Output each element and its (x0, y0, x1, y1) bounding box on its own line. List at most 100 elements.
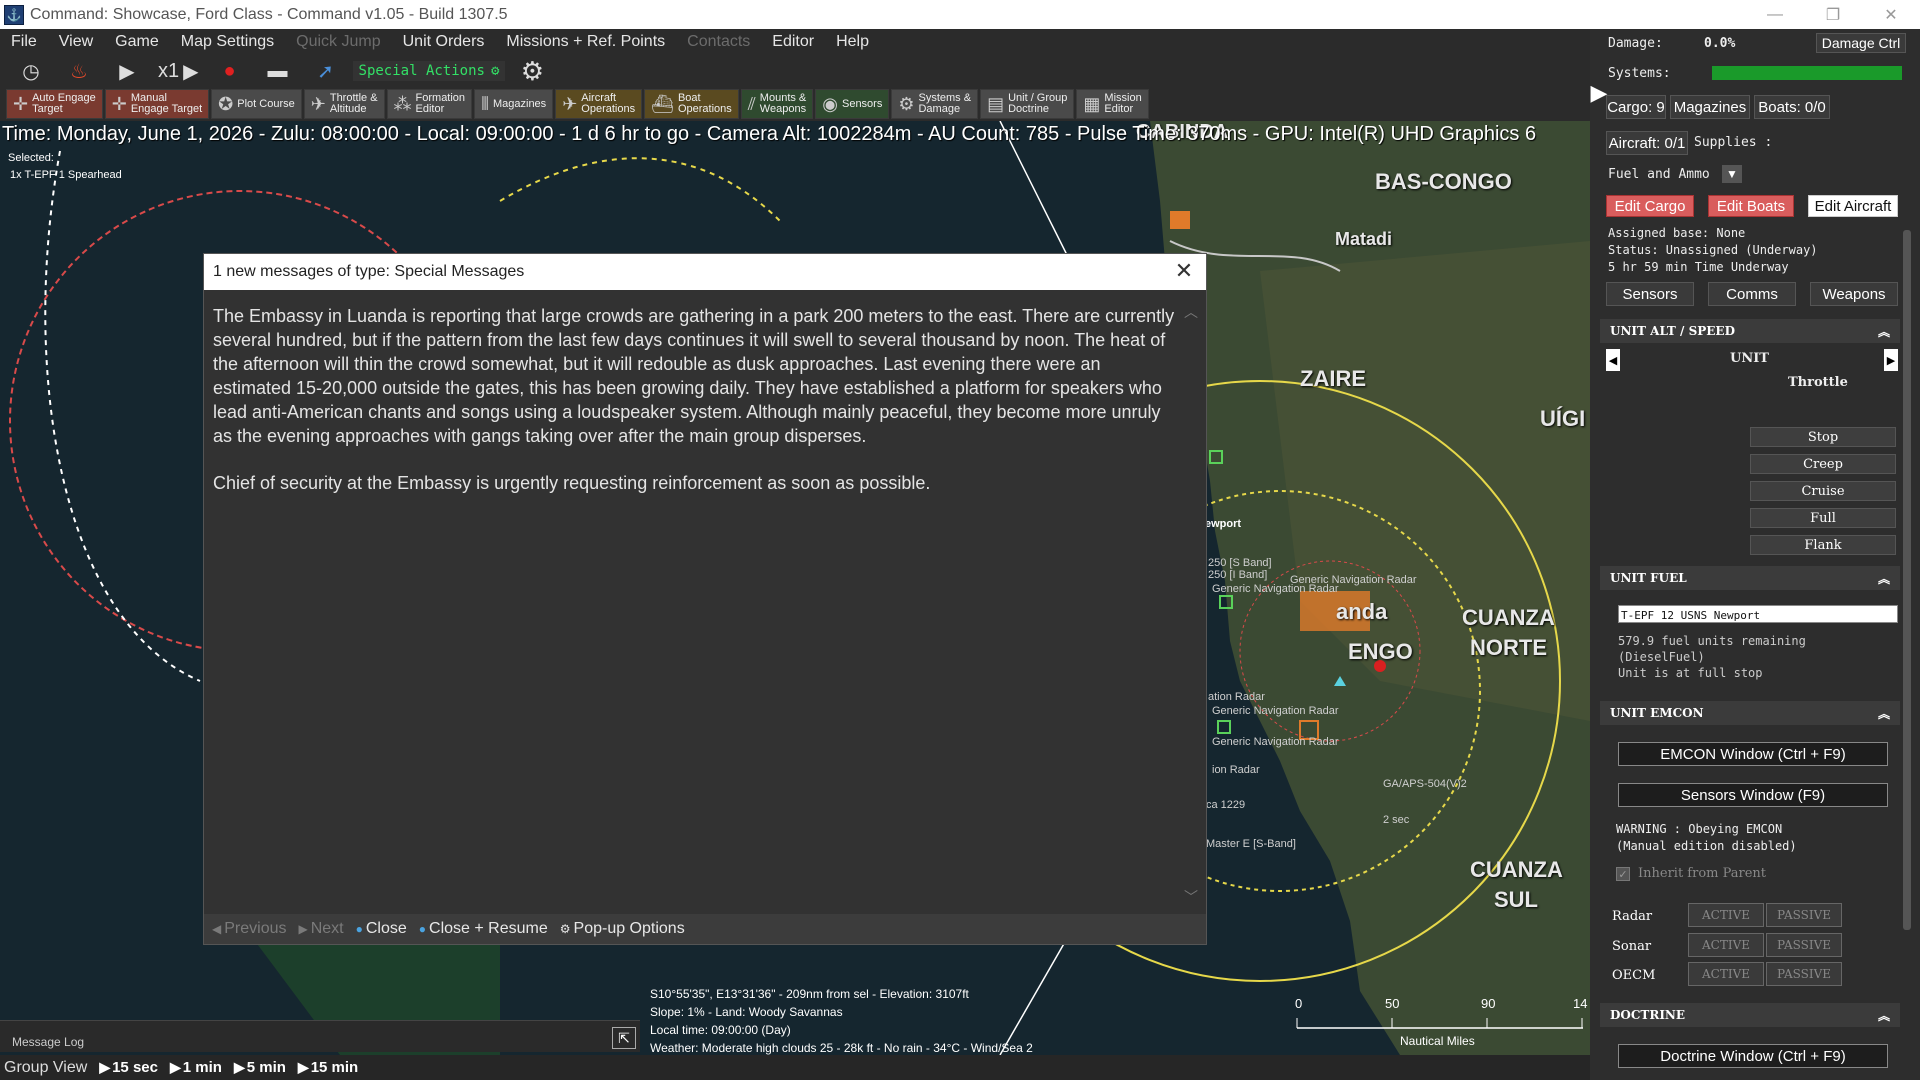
close-window-button[interactable]: ✕ (1862, 0, 1920, 29)
popup-options-button[interactable]: ⚙ Pop-up Options (560, 920, 685, 938)
next-unit-arrow[interactable]: ▶ (1884, 349, 1898, 371)
edit-boats-button[interactable]: Edit Boats (1708, 195, 1794, 217)
doctrine-header[interactable]: DOCTRINE ︽ (1600, 1003, 1900, 1027)
fuel-unit-select[interactable]: T-EPF 12 USNS Newport (1618, 605, 1898, 623)
boat-operations-button[interactable]: ⛴ Boat Operations (644, 89, 739, 119)
mounts-weapons-button[interactable]: ⫽ Mounts & Weapons (740, 89, 814, 119)
throttle-cruise-button[interactable]: Cruise (1750, 481, 1896, 501)
menu-contacts[interactable]: Contacts (676, 33, 761, 51)
edit-aircraft-button[interactable]: Edit Aircraft (1808, 195, 1898, 217)
gear-icon[interactable]: ⚙ (511, 56, 553, 86)
oecm-active-button[interactable]: ACTIVE (1688, 962, 1764, 986)
menu-editor[interactable]: Editor (761, 33, 825, 51)
aircraft-button[interactable]: Aircraft: 0/1 (1606, 131, 1688, 155)
inherit-checkbox[interactable]: ✓ (1616, 867, 1630, 881)
doctrine-window-button[interactable]: Doctrine Window (Ctrl + F9) (1618, 1044, 1888, 1068)
next-button[interactable]: ▶ Next (298, 920, 343, 938)
pin-icon[interactable]: ⇱ (612, 1027, 636, 1049)
auto-engage-target-button[interactable]: ✛ Auto Engage Target (6, 89, 103, 119)
close-resume-button[interactable]: ● Close + Resume (419, 920, 548, 938)
fire-icon[interactable]: ♨ (58, 57, 100, 85)
magazines-panel-button[interactable]: Magazines (1670, 95, 1750, 119)
message-log-bar[interactable]: Message Log ⇱ (0, 1020, 640, 1052)
throttle-creep-button[interactable]: Creep (1750, 454, 1896, 474)
throttle-stop-button[interactable]: Stop (1750, 427, 1896, 447)
unit-marker[interactable] (1170, 211, 1190, 229)
sensors-button[interactable]: ◉ Sensors (815, 89, 890, 119)
panel-scrollbar[interactable] (1903, 230, 1911, 930)
message-log-label: Message Log (12, 1035, 85, 1049)
comms-button[interactable]: Comms (1708, 282, 1796, 306)
emcon-warning-detail: (Manual edition disabled) (1616, 839, 1797, 853)
play-button[interactable]: ▶ (106, 57, 148, 85)
systems-damage-button[interactable]: ⚙ Systems & Damage (891, 89, 979, 119)
plot-course-button[interactable]: ✪ Plot Course (211, 89, 302, 119)
menu-map-settings[interactable]: Map Settings (170, 33, 285, 51)
sensor-label: ca 1229 (1206, 799, 1246, 811)
unit-fuel-header[interactable]: UNIT FUEL ︽ (1600, 566, 1900, 590)
menu-unit-orders[interactable]: Unit Orders (392, 33, 496, 51)
sensors-window-button[interactable]: Sensors Window (F9) (1618, 783, 1888, 807)
radar-passive-button[interactable]: PASSIVE (1766, 903, 1842, 927)
mission-editor-button[interactable]: ▦ Mission Editor (1076, 89, 1149, 119)
aircraft-operations-button[interactable]: ✈ Aircraft Operations (555, 89, 643, 119)
menu-missions[interactable]: Missions + Ref. Points (495, 33, 676, 51)
throttle-full-button[interactable]: Full (1750, 508, 1896, 528)
maximize-button[interactable]: ❐ (1804, 0, 1862, 29)
previous-button[interactable]: ◀ Previous (212, 920, 286, 938)
time-step-15sec[interactable]: ▶ 15 sec (93, 1059, 164, 1076)
course-arrow-icon[interactable]: ➚ (305, 57, 347, 85)
magazines-button[interactable]: ⦀ Magazines (474, 89, 554, 119)
panel-expand-icon[interactable]: ▶ (1590, 53, 1608, 133)
sonar-label: Sonar (1612, 939, 1652, 954)
group-view-toggle[interactable]: Group View (0, 1059, 93, 1077)
sensors-panel-button[interactable]: Sensors (1606, 282, 1694, 306)
boats-button[interactable]: Boats: 0/0 (1754, 95, 1830, 119)
emcon-window-button[interactable]: EMCON Window (Ctrl + F9) (1618, 742, 1888, 766)
map-label-newport: ewport (1205, 518, 1242, 530)
unit-group-doctrine-button[interactable]: ▤ Unit / Group Doctrine (980, 89, 1075, 119)
menu-help[interactable]: Help (825, 33, 880, 51)
clock-icon[interactable]: ◷ (10, 57, 52, 85)
sonar-passive-button[interactable]: PASSIVE (1766, 933, 1842, 957)
radar-active-button[interactable]: ACTIVE (1688, 903, 1764, 927)
close-icon[interactable]: ✕ (1172, 258, 1196, 283)
weapons-button[interactable]: Weapons (1810, 282, 1898, 306)
oecm-passive-button[interactable]: PASSIVE (1766, 962, 1842, 986)
record-button[interactable]: ● (209, 57, 251, 85)
throttle-altitude-button[interactable]: ✈ Throttle & Altitude (303, 89, 385, 119)
manual-engage-target-button[interactable]: ✛ Manual Engage Target (104, 89, 210, 119)
collapse-icon: ︽ (1877, 706, 1890, 721)
damage-ctrl-button[interactable]: Damage Ctrl (1816, 33, 1906, 53)
close-button[interactable]: ● Close (356, 920, 407, 938)
scroll-down-icon[interactable]: ﹀ (1184, 887, 1198, 907)
sonar-active-button[interactable]: ACTIVE (1688, 933, 1764, 957)
menu-view[interactable]: View (48, 33, 104, 51)
ship-icon[interactable]: ▬ (257, 57, 299, 85)
throttle-label: Throttle (1788, 375, 1848, 390)
menu-quick-jump[interactable]: Quick Jump (285, 33, 391, 51)
menu-file[interactable]: File (0, 33, 48, 51)
unit-emcon-header[interactable]: UNIT EMCON ︽ (1600, 701, 1900, 725)
btn-label: Sensors (841, 97, 883, 110)
section-title: UNIT FUEL (1610, 571, 1687, 585)
time-step-5min[interactable]: ▶ 5 min (228, 1059, 292, 1076)
edit-cargo-button[interactable]: Edit Cargo (1606, 195, 1694, 217)
menu-game[interactable]: Game (104, 33, 170, 51)
time-compression[interactable]: x1 ▶ (154, 59, 203, 84)
time-step-1min[interactable]: ▶ 1 min (164, 1059, 228, 1076)
special-actions-button[interactable]: Special Actions ⚙ (352, 61, 506, 81)
scroll-up-icon[interactable]: ︿ (1184, 302, 1198, 322)
scale-bar-graphic (1296, 1018, 1583, 1029)
unit-label: UNIT (1730, 351, 1769, 366)
prev-unit-arrow[interactable]: ◀ (1606, 349, 1620, 371)
formation-editor-button[interactable]: ⁂ Formation Editor (386, 89, 473, 119)
step-forward-icon: ▶ (183, 60, 199, 83)
time-step-15min[interactable]: ▶ 15 min (292, 1059, 364, 1076)
fuel-remaining: 579.9 fuel units remaining (1618, 634, 1806, 648)
minimize-button[interactable]: — (1746, 0, 1804, 29)
throttle-flank-button[interactable]: Flank (1750, 535, 1896, 555)
cargo-button[interactable]: Cargo: 9 (1606, 95, 1666, 119)
alt-speed-header[interactable]: UNIT ALT / SPEED ︽ (1600, 319, 1900, 343)
supply-dropdown[interactable]: ▼ (1722, 165, 1742, 183)
